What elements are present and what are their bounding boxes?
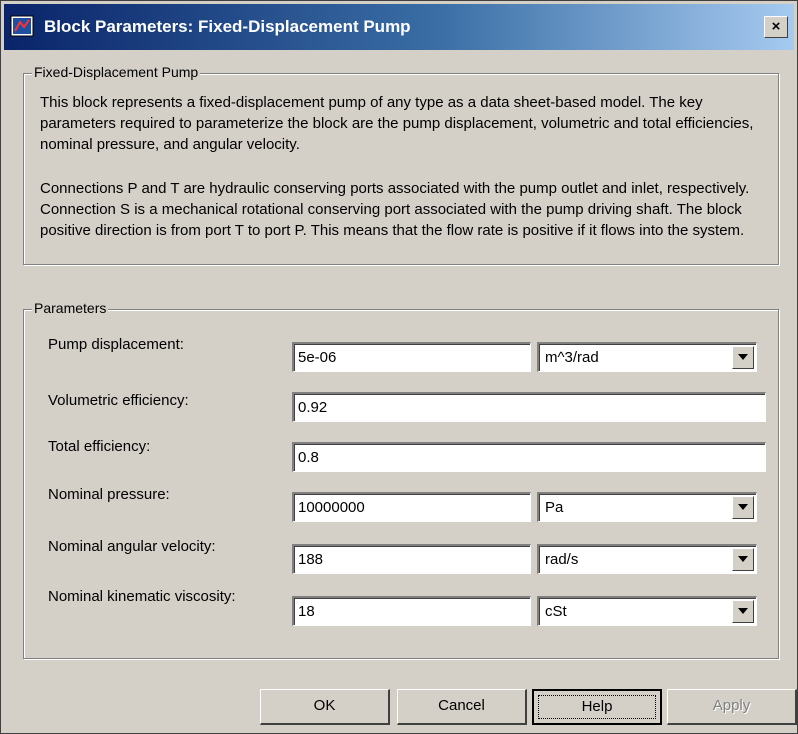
chevron-down-icon[interactable] <box>732 600 754 623</box>
description-group-legend: Fixed-Displacement Pump <box>32 64 201 80</box>
ok-button-label: OK <box>313 697 336 714</box>
volumetric-efficiency-label: Volumetric efficiency: <box>48 392 189 409</box>
nominal-angular-velocity-label: Nominal angular velocity: <box>48 538 216 555</box>
help-button[interactable]: Help <box>532 689 662 725</box>
nominal-pressure-unit-select[interactable]: Pa <box>537 492 757 522</box>
nominal-angular-velocity-unit-value: rad/s <box>545 551 579 568</box>
window-title: Block Parameters: Fixed-Displacement Pum… <box>44 17 411 36</box>
nominal-kinematic-viscosity-input[interactable]: 18 <box>292 596 531 626</box>
block-parameters-dialog: Block Parameters: Fixed-Displacement Pum… <box>0 0 798 734</box>
pump-displacement-label: Pump displacement: <box>48 336 184 353</box>
nominal-kinematic-viscosity-label: Nominal kinematic viscosity: <box>48 588 236 605</box>
description-paragraph-2: Connections P and T are hydraulic conser… <box>40 180 750 239</box>
total-efficiency-label: Total efficiency: <box>48 438 151 455</box>
chevron-down-icon[interactable] <box>732 496 754 519</box>
apply-button[interactable]: Apply <box>667 689 797 725</box>
nominal-angular-velocity-input[interactable]: 188 <box>292 544 531 574</box>
nominal-pressure-unit-value: Pa <box>545 499 564 516</box>
chevron-down-icon[interactable] <box>732 548 754 571</box>
cancel-button[interactable]: Cancel <box>397 689 527 725</box>
cancel-button-label: Cancel <box>438 697 485 714</box>
title-bar[interactable]: Block Parameters: Fixed-Displacement Pum… <box>4 4 794 50</box>
nominal-kinematic-viscosity-unit-select[interactable]: cSt <box>537 596 757 626</box>
ok-button[interactable]: OK <box>260 689 390 725</box>
close-button[interactable]: × <box>764 16 788 38</box>
simulink-block-icon <box>10 15 34 37</box>
nominal-pressure-label: Nominal pressure: <box>48 486 170 503</box>
parameters-group-legend: Parameters <box>32 300 109 316</box>
pump-displacement-input[interactable]: 5e-06 <box>292 342 531 372</box>
volumetric-efficiency-input[interactable]: 0.92 <box>292 392 766 422</box>
pump-displacement-unit-value: m^3/rad <box>545 349 599 366</box>
nominal-angular-velocity-unit-select[interactable]: rad/s <box>537 544 757 574</box>
parameters-group: Parameters Pump displacement: 5e-06 m^3/… <box>23 300 779 659</box>
chevron-down-icon[interactable] <box>732 346 754 369</box>
description-paragraph-1: This block represents a fixed-displaceme… <box>40 94 754 153</box>
nominal-pressure-input[interactable]: 10000000 <box>292 492 531 522</box>
close-icon: × <box>771 18 781 35</box>
focus-rectangle <box>538 695 656 719</box>
pump-displacement-unit-select[interactable]: m^3/rad <box>537 342 757 372</box>
nominal-kinematic-viscosity-unit-value: cSt <box>545 603 567 620</box>
apply-button-label: Apply <box>712 697 751 714</box>
description-group: Fixed-Displacement Pump This block repre… <box>23 64 779 265</box>
total-efficiency-input[interactable]: 0.8 <box>292 442 766 472</box>
